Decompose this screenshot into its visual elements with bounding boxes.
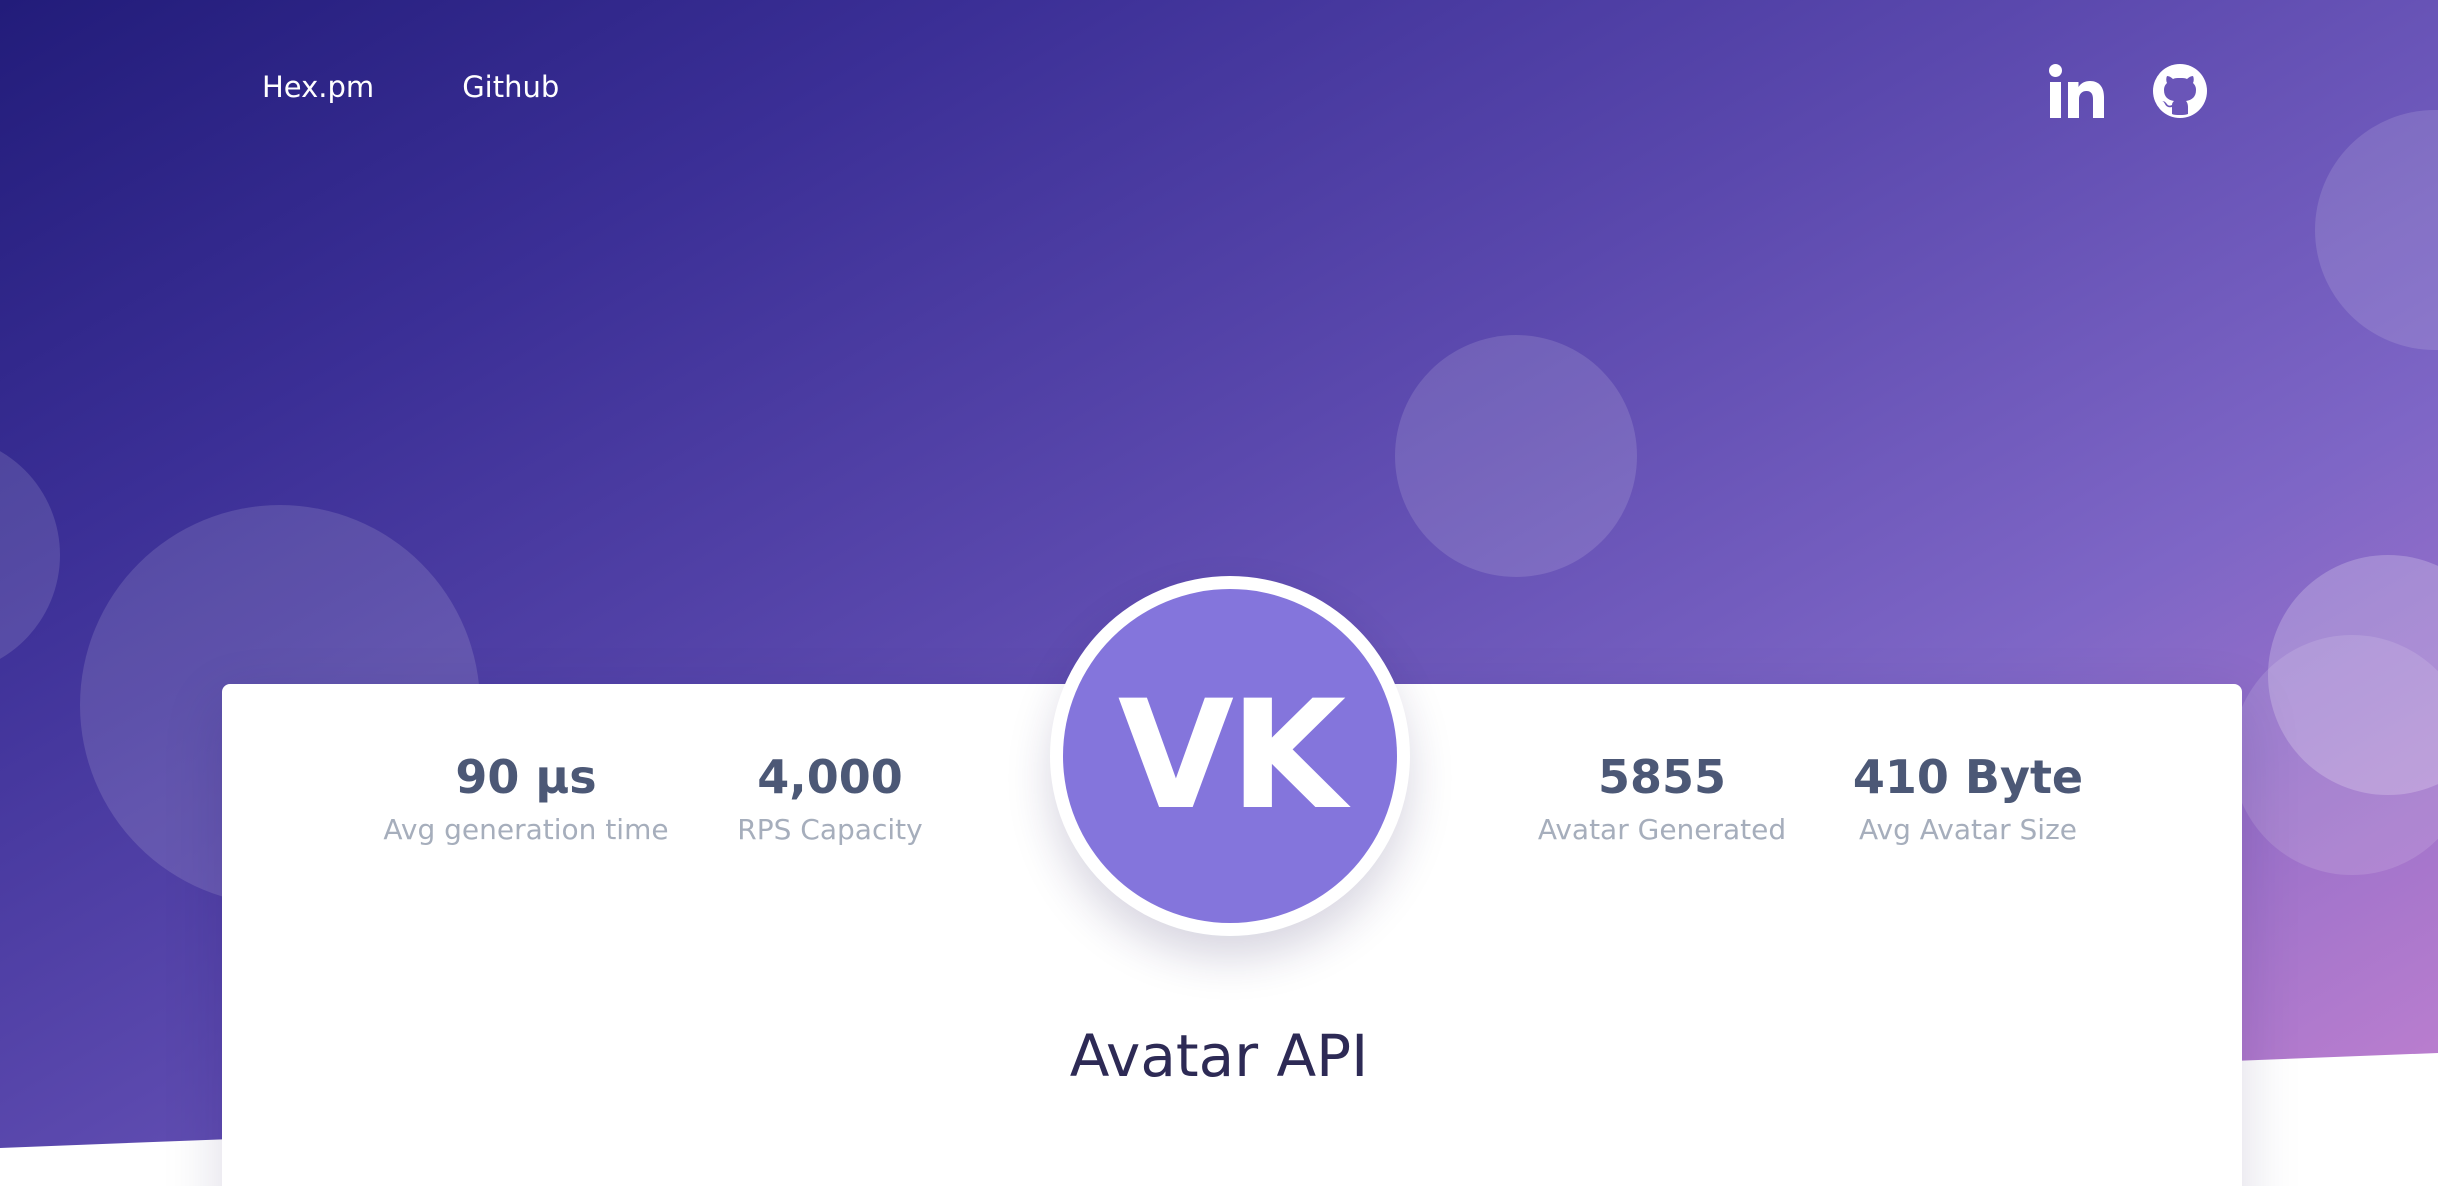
page: Hex.pm Github 90 µs Avg generation time … bbox=[0, 0, 2438, 1186]
decorative-bubble bbox=[1395, 335, 1637, 577]
nav-link-github[interactable]: Github bbox=[462, 70, 559, 104]
linkedin-link[interactable] bbox=[2048, 62, 2106, 120]
social-links bbox=[2048, 62, 2209, 120]
stat-avatar-generated: 5855 Avatar Generated bbox=[1502, 750, 1822, 846]
stat-label: Avg generation time bbox=[383, 813, 669, 847]
stat-label: Avatar Generated bbox=[1537, 813, 1787, 847]
stat-value: 5855 bbox=[1597, 750, 1727, 804]
stat-label: Avg Avatar Size bbox=[1858, 813, 2078, 847]
decorative-bubble bbox=[0, 435, 60, 675]
stat-label: RPS Capacity bbox=[737, 813, 923, 847]
stat-value: 4,000 bbox=[757, 750, 903, 804]
stat-value: 90 µs bbox=[455, 750, 597, 804]
avatar: VK bbox=[1063, 589, 1397, 923]
top-nav: Hex.pm Github bbox=[262, 70, 559, 104]
decorative-bubble bbox=[2315, 110, 2438, 350]
stat-avg-avatar-size: 410 Byte Avg Avatar Size bbox=[1808, 750, 2128, 846]
github-link[interactable] bbox=[2151, 62, 2209, 120]
page-title: Avatar API bbox=[1069, 1022, 1369, 1090]
stat-rps-capacity: 4,000 RPS Capacity bbox=[670, 750, 990, 846]
nav-link-hexpm[interactable]: Hex.pm bbox=[262, 70, 374, 104]
github-icon bbox=[2153, 64, 2207, 118]
decorative-bubble bbox=[2232, 635, 2438, 875]
stat-avg-generation-time: 90 µs Avg generation time bbox=[366, 750, 686, 846]
linkedin-icon bbox=[2049, 64, 2104, 118]
stat-value: 410 Byte bbox=[1852, 750, 2084, 804]
